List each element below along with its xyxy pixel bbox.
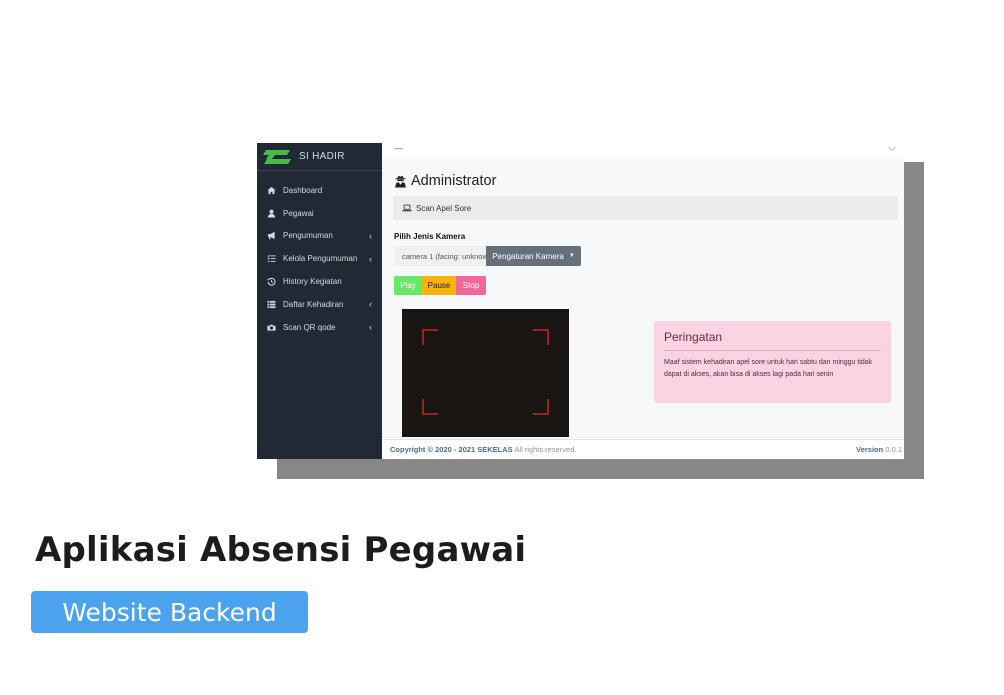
- footer-version: Version 0.0.1: [856, 445, 902, 454]
- camera-preview: [402, 309, 569, 437]
- history-icon: [266, 277, 277, 287]
- chevron-left-icon: ‹: [369, 230, 372, 241]
- copyright-text: Copyright © 2020 - 2021 SEKELAS: [390, 445, 513, 454]
- brand-name: SI HADIR: [299, 151, 345, 162]
- page-title: Administrator: [394, 173, 496, 189]
- camera-settings-label: Pengaturan Kamera: [492, 251, 564, 261]
- sidebar-item-daftar-kehadiran[interactable]: Daftar Kehadiran ‹: [257, 293, 382, 316]
- user-menu-icon[interactable]: ◡: [888, 143, 896, 152]
- laptop-icon: [402, 204, 412, 212]
- camera-select-group: camera 1 (facing: unknown) Pengaturan Ka…: [394, 246, 581, 266]
- chevron-left-icon: ‹: [369, 299, 372, 310]
- alert-body: Maaf sistem kehadiran apel sore untuk ha…: [664, 359, 873, 378]
- card-header: Scan Apel Sore: [393, 196, 898, 220]
- tasks-icon: [266, 254, 277, 264]
- sidebar-item-pengumuman[interactable]: Pengumuman ‹: [257, 225, 382, 248]
- sidebar-item-scan-qr[interactable]: Scan QR qode ‹: [257, 316, 382, 339]
- sidebar-item-label: Dashboard: [283, 185, 323, 195]
- app-window: — ◡ SI HADIR Dashboard Pegawai Pengumuma…: [257, 143, 904, 459]
- sidebar-item-kelola-pengumuman[interactable]: Kelola Pengumuman ‹: [257, 247, 382, 270]
- promo-badge: Website Backend: [31, 591, 308, 633]
- version-value: 0.0.1: [883, 445, 902, 454]
- sidebar-item-label: Pengumuman: [283, 231, 333, 241]
- camera-select[interactable]: camera 1 (facing: unknown): [394, 246, 486, 266]
- sidebar-item-pegawai[interactable]: Pegawai: [257, 202, 382, 225]
- caret-down-icon: ▼: [568, 253, 575, 259]
- user-secret-icon: [395, 175, 406, 187]
- scan-frame-corner: [422, 399, 438, 415]
- footer-copyright: Copyright © 2020 - 2021 SEKELAS All righ…: [390, 445, 576, 454]
- sidebar: SI HADIR Dashboard Pegawai Pengumuman ‹ …: [257, 143, 382, 459]
- chevron-left-icon: ‹: [369, 322, 372, 333]
- version-label: Version: [856, 445, 884, 454]
- top-navbar: — ◡: [382, 143, 904, 157]
- promo-headline: Aplikasi Absensi Pegawai: [35, 530, 527, 570]
- user-icon: [266, 208, 277, 218]
- play-button[interactable]: Play: [394, 276, 422, 295]
- stop-button[interactable]: Stop: [456, 276, 486, 295]
- scan-frame-corner: [533, 399, 549, 415]
- scan-frame-corner: [533, 329, 549, 345]
- sidebar-item-label: History Kegiatan: [283, 277, 342, 287]
- sidebar-item-label: Kelola Pengumuman: [283, 254, 358, 264]
- home-icon: [266, 185, 277, 195]
- rights-text: All rights reserved.: [512, 445, 577, 454]
- card-title: Scan Apel Sore: [416, 203, 472, 213]
- warning-alert: Peringatan Maaf sistem kehadiran apel so…: [654, 321, 891, 403]
- list-icon: [266, 299, 277, 309]
- sidebar-item-history-kegiatan[interactable]: History Kegiatan: [257, 270, 382, 293]
- brand-logo-icon: [263, 149, 291, 164]
- alert-title: Peringatan: [664, 330, 881, 351]
- sidebar-nav: Dashboard Pegawai Pengumuman ‹ Kelola Pe…: [257, 171, 382, 339]
- sidebar-item-label: Daftar Kehadiran: [283, 299, 344, 309]
- footer: Copyright © 2020 - 2021 SEKELAS All righ…: [382, 439, 904, 459]
- scan-frame-corner: [422, 329, 438, 345]
- megaphone-icon: [266, 231, 277, 241]
- pause-button[interactable]: Pause: [422, 276, 456, 295]
- sidebar-item-label: Scan QR qode: [283, 322, 336, 332]
- scanner-controls: Play Pause Stop: [394, 276, 486, 295]
- sidebar-item-label: Pegawai: [283, 208, 314, 218]
- page-title-text: Administrator: [411, 173, 497, 189]
- camera-settings-button[interactable]: Pengaturan Kamera ▼: [486, 246, 581, 266]
- main-content: Administrator Scan Apel Sore Pilih Jenis…: [382, 157, 904, 459]
- menu-toggle[interactable]: —: [394, 143, 403, 153]
- camera-select-label: Pilih Jenis Kamera: [394, 232, 466, 241]
- sidebar-item-dashboard[interactable]: Dashboard: [257, 179, 382, 202]
- camera-icon: [266, 322, 277, 332]
- brand[interactable]: SI HADIR: [257, 143, 382, 171]
- chevron-left-icon: ‹: [369, 253, 372, 264]
